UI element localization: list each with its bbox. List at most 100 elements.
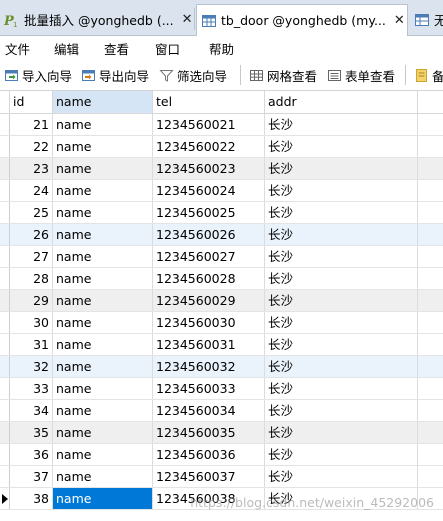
row-indicator[interactable] xyxy=(0,378,10,399)
table-row[interactable]: 30 name 1234560030 长沙 xyxy=(0,312,443,334)
cell-addr[interactable]: 长沙 xyxy=(265,466,418,487)
tab-third[interactable]: 无 xyxy=(410,5,443,34)
row-indicator[interactable] xyxy=(0,268,10,289)
row-indicator[interactable] xyxy=(0,158,10,179)
cell-name[interactable]: name xyxy=(53,422,153,443)
menu-window[interactable]: 窗口 xyxy=(155,39,180,58)
cell-addr[interactable]: 长沙 xyxy=(265,334,418,355)
cell-addr[interactable]: 长沙 xyxy=(265,422,418,443)
menu-edit[interactable]: 编辑 xyxy=(54,39,79,58)
table-row[interactable]: 25 name 1234560025 长沙 xyxy=(0,202,443,224)
row-indicator[interactable] xyxy=(0,114,10,135)
cell-id[interactable]: 30 xyxy=(10,312,53,333)
cell-id[interactable]: 34 xyxy=(10,400,53,421)
table-row[interactable]: 35 name 1234560035 长沙 xyxy=(0,422,443,444)
row-indicator[interactable] xyxy=(0,400,10,421)
column-header-addr[interactable]: addr xyxy=(265,91,418,113)
cell-id[interactable]: 33 xyxy=(10,378,53,399)
cell-tel[interactable]: 1234560030 xyxy=(153,312,265,333)
table-row[interactable]: 24 name 1234560024 长沙 xyxy=(0,180,443,202)
column-header-id[interactable]: id xyxy=(10,91,53,113)
table-row[interactable]: 23 name 1234560023 长沙 xyxy=(0,158,443,180)
table-row[interactable]: 38 name 1234560038 长沙 xyxy=(0,488,443,510)
cell-id[interactable]: 21 xyxy=(10,114,53,135)
column-header-tel[interactable]: tel xyxy=(153,91,265,113)
cell-id[interactable]: 22 xyxy=(10,136,53,157)
export-wizard-button[interactable]: 导出向导 xyxy=(81,65,149,85)
cell-id[interactable]: 32 xyxy=(10,356,53,377)
menu-view[interactable]: 查看 xyxy=(104,39,129,58)
menu-file[interactable]: 文件 xyxy=(5,39,30,58)
table-row[interactable]: 34 name 1234560034 长沙 xyxy=(0,400,443,422)
cell-addr[interactable]: 长沙 xyxy=(265,290,418,311)
cell-id[interactable]: 28 xyxy=(10,268,53,289)
row-indicator[interactable] xyxy=(0,444,10,465)
cell-name[interactable]: name xyxy=(53,356,153,377)
cell-tel[interactable]: 1234560031 xyxy=(153,334,265,355)
row-indicator[interactable] xyxy=(0,136,10,157)
cell-tel[interactable]: 1234560037 xyxy=(153,466,265,487)
table-row[interactable]: 21 name 1234560021 长沙 xyxy=(0,114,443,136)
row-indicator[interactable] xyxy=(0,466,10,487)
cell-id[interactable]: 26 xyxy=(10,224,53,245)
cell-name[interactable]: name xyxy=(53,114,153,135)
cell-name[interactable]: name xyxy=(53,202,153,223)
table-row[interactable]: 36 name 1234560036 长沙 xyxy=(0,444,443,466)
cell-name[interactable]: name xyxy=(53,466,153,487)
cell-name[interactable]: name xyxy=(53,334,153,355)
cell-name[interactable]: name xyxy=(53,444,153,465)
cell-addr[interactable]: 长沙 xyxy=(265,246,418,267)
cell-tel[interactable]: 1234560038 xyxy=(153,488,265,509)
row-indicator[interactable] xyxy=(0,202,10,223)
tab-tb-door[interactable]: tb_door @yonghedb (my... ✕ xyxy=(196,4,408,36)
row-indicator[interactable] xyxy=(0,334,10,355)
cell-name[interactable]: name xyxy=(53,136,153,157)
cell-addr[interactable]: 长沙 xyxy=(265,202,418,223)
cell-tel[interactable]: 1234560036 xyxy=(153,444,265,465)
table-row[interactable]: 31 name 1234560031 长沙 xyxy=(0,334,443,356)
cell-name[interactable]: name xyxy=(53,290,153,311)
cell-id[interactable]: 29 xyxy=(10,290,53,311)
cell-addr[interactable]: 长沙 xyxy=(265,444,418,465)
table-row[interactable]: 27 name 1234560027 长沙 xyxy=(0,246,443,268)
cell-name[interactable]: name xyxy=(53,312,153,333)
cell-tel[interactable]: 1234560034 xyxy=(153,400,265,421)
cell-tel[interactable]: 1234560035 xyxy=(153,422,265,443)
row-indicator[interactable] xyxy=(0,290,10,311)
table-row[interactable]: 29 name 1234560029 长沙 xyxy=(0,290,443,312)
cell-addr[interactable]: 长沙 xyxy=(265,268,418,289)
cell-name[interactable]: name xyxy=(53,378,153,399)
import-wizard-button[interactable]: 导入向导 xyxy=(4,65,72,85)
cell-name[interactable]: name xyxy=(53,180,153,201)
cell-tel[interactable]: 1234560022 xyxy=(153,136,265,157)
cell-tel[interactable]: 1234560026 xyxy=(153,224,265,245)
cell-id[interactable]: 36 xyxy=(10,444,53,465)
table-row[interactable]: 28 name 1234560028 长沙 xyxy=(0,268,443,290)
cell-addr[interactable]: 长沙 xyxy=(265,136,418,157)
row-indicator[interactable] xyxy=(0,356,10,377)
cell-addr[interactable]: 长沙 xyxy=(265,488,418,509)
cell-addr[interactable]: 长沙 xyxy=(265,312,418,333)
cell-name[interactable]: name xyxy=(53,268,153,289)
cell-name[interactable]: name xyxy=(53,400,153,421)
row-indicator[interactable] xyxy=(0,180,10,201)
cell-id[interactable]: 27 xyxy=(10,246,53,267)
cell-name[interactable]: name xyxy=(53,224,153,245)
cell-addr[interactable]: 长沙 xyxy=(265,400,418,421)
cell-id[interactable]: 25 xyxy=(10,202,53,223)
cell-id[interactable]: 31 xyxy=(10,334,53,355)
form-view-button[interactable]: 表单查看 xyxy=(327,65,395,85)
cell-tel[interactable]: 1234560028 xyxy=(153,268,265,289)
menu-help[interactable]: 帮助 xyxy=(209,39,234,58)
cell-id[interactable]: 37 xyxy=(10,466,53,487)
cell-tel[interactable]: 1234560027 xyxy=(153,246,265,267)
cell-name[interactable]: name xyxy=(53,488,153,509)
cell-addr[interactable]: 长沙 xyxy=(265,378,418,399)
table-row[interactable]: 22 name 1234560022 长沙 xyxy=(0,136,443,158)
cell-id[interactable]: 24 xyxy=(10,180,53,201)
table-row[interactable]: 33 name 1234560033 长沙 xyxy=(0,378,443,400)
close-icon[interactable]: ✕ xyxy=(394,13,405,28)
cell-addr[interactable]: 长沙 xyxy=(265,224,418,245)
column-header-name[interactable]: name xyxy=(53,91,153,113)
tab-batch-insert-query[interactable]: P1 批量插入 @yonghedb (... ✕ xyxy=(0,5,193,34)
